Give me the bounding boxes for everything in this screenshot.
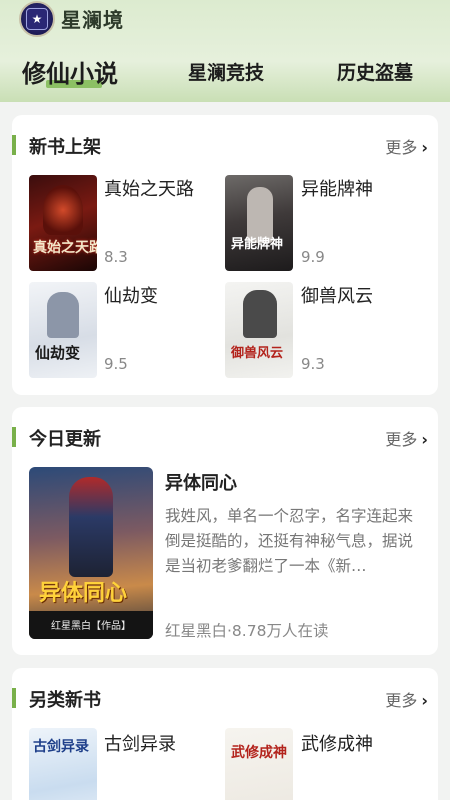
more-button[interactable]: 更多 › bbox=[385, 687, 428, 711]
book-cover[interactable]: 武修成神 bbox=[225, 728, 293, 800]
cover-title: 仙劫变 bbox=[35, 344, 81, 362]
tab-lishi-daomu[interactable]: 历史盗墓 bbox=[337, 58, 413, 85]
new-books-card: 新书上架 更多 › 真始之天路 真始之天路 8.3 异能牌神 异能牌神 9.9 仙… bbox=[12, 115, 438, 395]
more-label: 更多 bbox=[385, 691, 418, 710]
section-title: 另类新书 bbox=[29, 690, 101, 711]
book-title[interactable]: 御兽风云 bbox=[301, 282, 373, 308]
chevron-right-icon: › bbox=[421, 430, 428, 449]
section-title: 今日更新 bbox=[29, 429, 101, 450]
book-score: 9.5 bbox=[104, 355, 128, 373]
book-meta: 红星黑白·8.78万人在读 bbox=[165, 622, 329, 640]
cover-title: 异能牌神 bbox=[231, 237, 284, 252]
cover-author: 红星黑白【作品】 bbox=[51, 621, 131, 632]
book-cover[interactable]: 仙劫变 bbox=[29, 282, 97, 378]
book-title[interactable]: 异体同心 bbox=[165, 469, 237, 495]
book-title[interactable]: 真始之天路 bbox=[104, 175, 194, 201]
cover-title: 古剑异录 bbox=[33, 739, 89, 755]
section-accent-bar bbox=[12, 688, 16, 708]
book-title[interactable]: 异能牌神 bbox=[301, 175, 373, 201]
app-header: ★ 星澜境 修仙小说 星澜竞技 历史盗墓 bbox=[0, 0, 450, 102]
book-title[interactable]: 武修成神 bbox=[301, 730, 373, 756]
app-title: 星澜境 bbox=[61, 8, 124, 32]
chevron-right-icon: › bbox=[421, 138, 428, 157]
cover-figure bbox=[43, 185, 83, 235]
book-description: 我姓风，单名一个忍字，名字连起来倒是挺酷的，还挺有神秘气息，据说是当初老爹翻烂了… bbox=[165, 507, 414, 575]
cover-title: 御兽风云 bbox=[231, 346, 284, 361]
book-cover[interactable]: 古剑异录 bbox=[29, 728, 97, 800]
app-logo[interactable]: ★ bbox=[19, 1, 55, 37]
star-logo-icon: ★ bbox=[26, 8, 48, 30]
section-accent-bar bbox=[12, 135, 16, 155]
cover-figure bbox=[69, 477, 113, 577]
cover-figure bbox=[243, 290, 277, 338]
alt-new-books-card: 另类新书 更多 › 古剑异录 古剑异录 武修成神 武修成神 bbox=[12, 668, 438, 800]
cover-title: 异体同心 bbox=[39, 581, 128, 606]
today-update-card: 今日更新 更多 › 异体同心 红星黑白【作品】 异体同心 我姓风，单名一个忍字，名… bbox=[12, 407, 438, 655]
section-accent-bar bbox=[12, 427, 16, 447]
book-cover[interactable]: 御兽风云 bbox=[225, 282, 293, 378]
book-score: 9.9 bbox=[301, 248, 325, 266]
book-score: 9.3 bbox=[301, 355, 325, 373]
more-label: 更多 bbox=[385, 138, 418, 157]
book-cover[interactable]: 异能牌神 bbox=[225, 175, 293, 271]
book-title[interactable]: 仙劫变 bbox=[104, 282, 158, 308]
cover-title: 武修成神 bbox=[231, 745, 287, 761]
more-button[interactable]: 更多 › bbox=[385, 426, 428, 450]
more-label: 更多 bbox=[385, 430, 418, 449]
tab-xiuxian[interactable]: 修仙小说 bbox=[22, 54, 118, 89]
book-score: 8.3 bbox=[104, 248, 128, 266]
chevron-right-icon: › bbox=[421, 691, 428, 710]
tab-xinglan-jingji[interactable]: 星澜竞技 bbox=[188, 58, 264, 85]
book-title[interactable]: 古剑异录 bbox=[104, 730, 176, 756]
book-cover[interactable]: 异体同心 红星黑白【作品】 bbox=[29, 467, 153, 639]
cover-title: 真始之天路 bbox=[33, 240, 97, 256]
more-button[interactable]: 更多 › bbox=[385, 134, 428, 158]
book-cover[interactable]: 真始之天路 bbox=[29, 175, 97, 271]
cover-figure bbox=[47, 292, 79, 338]
section-title: 新书上架 bbox=[29, 137, 101, 158]
